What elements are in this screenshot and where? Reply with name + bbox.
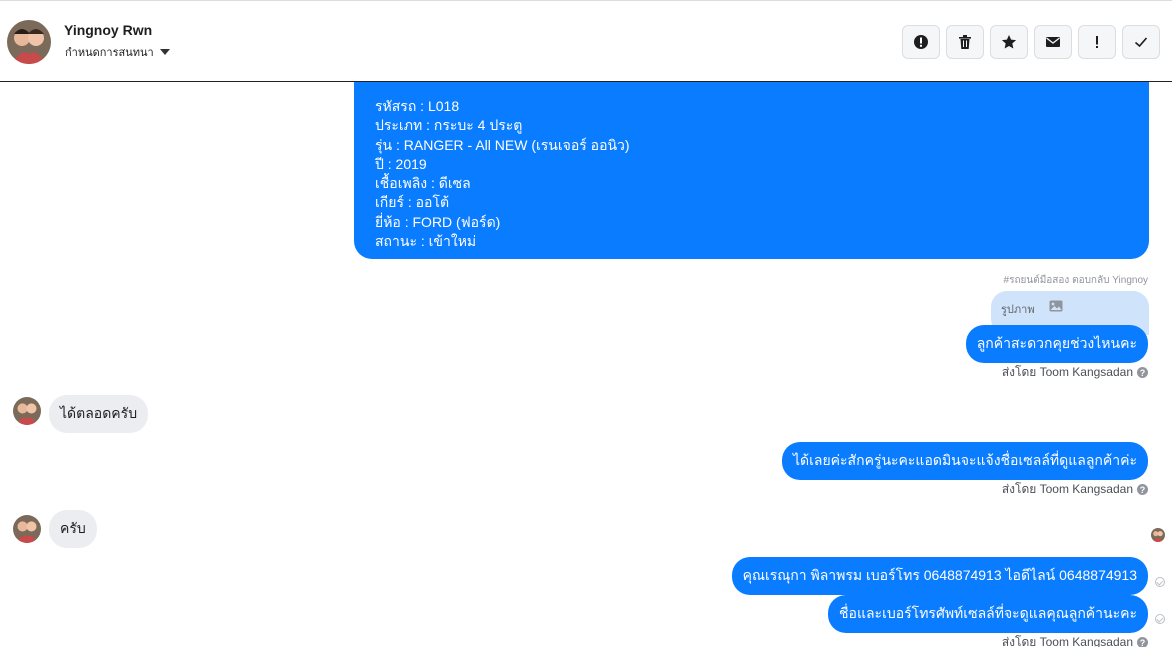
sent-by-label: ส่งโดย Toom Kangsadan ?: [1002, 633, 1148, 647]
mark-unread-button[interactable]: [1034, 25, 1072, 59]
image-icon: [1049, 300, 1063, 312]
sent-by-label: ส่งโดย Toom Kangsadan ?: [1002, 480, 1148, 499]
check-icon: [1134, 37, 1148, 48]
sent-message[interactable]: ได้เลยค่ะสักครู่นะคะแอดมินจะแจ้งชื่อเซลล…: [781, 442, 1148, 480]
help-icon[interactable]: ?: [1137, 484, 1148, 495]
caret-down-icon: [159, 49, 170, 55]
alert-circle-icon: [914, 35, 928, 49]
follow-up-button[interactable]: [1078, 25, 1116, 59]
delivered-icon: [1155, 577, 1165, 587]
avatar[interactable]: [7, 20, 51, 64]
mark-done-button[interactable]: [1122, 25, 1160, 59]
car-info-line: รหัสรถ : L018: [375, 98, 460, 114]
mark-spam-button[interactable]: [902, 25, 940, 59]
star-button[interactable]: [990, 25, 1028, 59]
reply-note: #รถยนต์มือสอง ตอบกลับ Yingnoy: [1003, 275, 1148, 286]
car-info-message[interactable]: รหัสรถ : L018 ประเภท : กระบะ 4 ประตู รุ่…: [354, 82, 1149, 259]
header-actions: [902, 25, 1160, 59]
car-info-line: เกียร์ : ออโต้: [375, 194, 450, 211]
car-info-line: ยี่ห้อ : FORD (ฟอร์ด): [375, 213, 501, 230]
star-icon: [1001, 35, 1017, 49]
sent-message[interactable]: ลูกค้าสะดวกคุยช่วงไหนคะ: [965, 325, 1148, 363]
car-info-line: ปี : 2019: [375, 155, 427, 172]
conversation-options-dropdown[interactable]: กำหนดการสนทนา: [65, 43, 170, 61]
sent-by-text: ส่งโดย Toom Kangsadan: [1001, 635, 1133, 647]
envelope-icon: [1046, 37, 1060, 47]
help-icon[interactable]: ?: [1137, 637, 1148, 647]
contact-name[interactable]: Yingnoy Rwn: [64, 22, 152, 38]
avatar[interactable]: [13, 515, 41, 543]
sent-by-label: ส่งโดย Toom Kangsadan ?: [1002, 363, 1148, 382]
sent-by-text: ส่งโดย Toom Kangsadan: [1001, 365, 1133, 379]
delivered-icon: [1155, 614, 1165, 624]
delete-button[interactable]: [946, 25, 984, 59]
trash-icon: [959, 35, 971, 49]
reply-preview-label: รูปภาพ: [1001, 304, 1035, 316]
sent-by-text: ส่งโดย Toom Kangsadan: [1001, 482, 1133, 496]
car-info-line: เชื้อเพลิง : ดีเซล: [375, 175, 471, 192]
read-receipt-avatar: [1151, 528, 1165, 542]
received-message[interactable]: ได้ตลอดครับ: [49, 395, 149, 433]
received-message[interactable]: ครับ: [49, 510, 97, 548]
conversation-header: Yingnoy Rwn กำหนดการสนทนา: [0, 0, 1172, 82]
car-info-line: สถานะ : เข้าใหม่: [375, 233, 477, 250]
conversation-subtitle: กำหนดการสนทนา: [65, 47, 154, 59]
avatar[interactable]: [13, 397, 41, 425]
help-icon[interactable]: ?: [1137, 367, 1148, 378]
sent-message[interactable]: คุณเรณุกา พิลาพรม เบอร์โทร 0648874913 ไอ…: [731, 557, 1148, 595]
car-info-line: รุ่น : RANGER - All NEW (เรนเจอร์ ออนิว): [375, 136, 630, 153]
car-info-line: ประเภท : กระบะ 4 ประตู: [375, 117, 523, 134]
exclamation-icon: [1096, 36, 1098, 48]
sent-message[interactable]: ชื่อและเบอร์โทรศัพท์เซลล์ที่จะดูแลคุณลูก…: [828, 595, 1148, 633]
